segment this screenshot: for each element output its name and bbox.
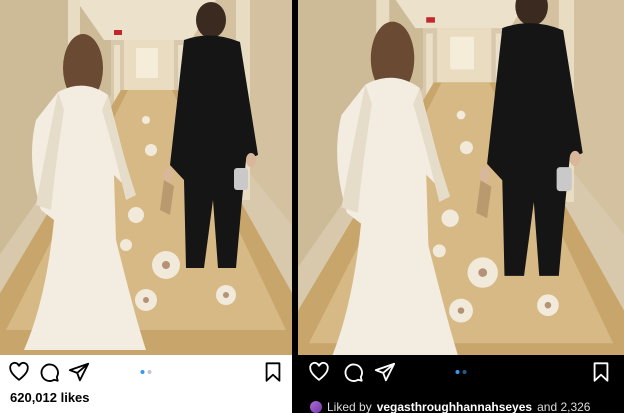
avatar[interactable] [310,401,322,413]
share-icon[interactable] [374,361,396,383]
heart-icon[interactable] [8,361,30,383]
carousel-dot [462,370,467,374]
carousel-indicator [455,370,467,374]
carousel-dot-active [455,370,460,374]
left-post: 620,012 likes [0,0,292,413]
post-actions [298,361,624,385]
bookmark-icon[interactable] [590,361,612,383]
likes-count[interactable]: 620,012 likes [10,390,90,405]
carousel-dot-active [140,370,145,374]
carousel-dot [147,370,152,374]
comment-icon[interactable] [38,361,60,383]
bookmark-icon[interactable] [262,361,284,383]
share-icon[interactable] [68,361,90,383]
post-actions [0,361,292,385]
liked-prefix: Liked by [327,400,372,413]
comment-icon[interactable] [342,361,364,383]
liked-user[interactable]: vegasthroughhannahseyes [377,400,532,413]
right-post: Liked by vegasthroughhannahseyes and 2,3… [298,0,624,413]
post-photo[interactable] [0,0,292,355]
liked-by-row: Liked by vegasthroughhannahseyes and 2,3… [310,400,590,413]
post-photo[interactable] [298,0,624,355]
carousel-indicator [140,370,152,374]
liked-suffix[interactable]: and 2,326 [537,400,590,413]
heart-icon[interactable] [308,361,330,383]
